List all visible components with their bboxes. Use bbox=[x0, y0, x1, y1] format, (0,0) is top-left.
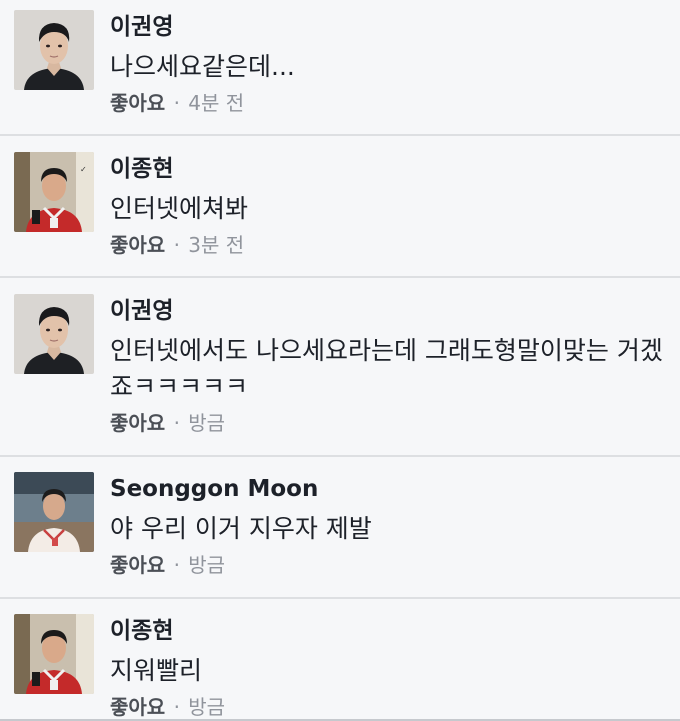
comment-meta: 좋아요 · 방금 bbox=[110, 551, 225, 579]
comment-author[interactable]: 이권영 bbox=[110, 296, 173, 326]
comment-time[interactable]: 방금 bbox=[188, 695, 225, 719]
like-button[interactable]: 좋아요 bbox=[110, 91, 165, 115]
like-button[interactable]: 좋아요 bbox=[110, 233, 165, 257]
meta-separator: · bbox=[173, 91, 180, 115]
comment-item: 이권영 인터넷에서도 나으세요라는데 그래도형말이맞는 거겠죠ㅋㅋㅋㅋㅋ 좋아요… bbox=[0, 284, 680, 454]
like-button[interactable]: 좋아요 bbox=[110, 695, 165, 719]
comment-meta: 좋아요 · 3분 전 bbox=[110, 231, 244, 259]
comment-meta: 좋아요 · 4분 전 bbox=[110, 89, 244, 117]
divider bbox=[0, 276, 680, 278]
profile-photo-icon bbox=[14, 10, 94, 90]
profile-photo-icon bbox=[14, 614, 94, 694]
comment-item: 이권영 나으세요같은데... 좋아요 · 4분 전 bbox=[0, 0, 680, 134]
meta-separator: · bbox=[173, 695, 180, 719]
comment-author[interactable]: 이종현 bbox=[110, 154, 173, 184]
meta-separator: · bbox=[173, 553, 180, 577]
comment-author[interactable]: Seonggon Moon bbox=[110, 474, 318, 504]
avatar[interactable] bbox=[14, 10, 94, 90]
avatar[interactable] bbox=[14, 472, 94, 552]
comment-author[interactable]: 이권영 bbox=[110, 12, 173, 42]
comment-meta: 좋아요 · 방금 bbox=[110, 693, 225, 721]
profile-photo-icon: ✓ bbox=[14, 152, 94, 232]
divider bbox=[0, 134, 680, 136]
comment-item: 이종현 지워빨리 좋아요 · 방금 bbox=[0, 604, 680, 719]
comment-text: 인터넷에쳐봐 bbox=[110, 194, 249, 223]
like-button[interactable]: 좋아요 bbox=[110, 553, 165, 577]
profile-photo-icon bbox=[14, 472, 94, 552]
divider bbox=[0, 597, 680, 599]
comment-text: 지워빨리 bbox=[110, 656, 203, 685]
comment-time[interactable]: 4분 전 bbox=[188, 91, 244, 115]
avatar[interactable] bbox=[14, 294, 94, 374]
svg-text:✓: ✓ bbox=[80, 165, 87, 174]
avatar[interactable] bbox=[14, 614, 94, 694]
like-button[interactable]: 좋아요 bbox=[110, 411, 165, 435]
meta-separator: · bbox=[173, 411, 180, 435]
comment-time[interactable]: 방금 bbox=[188, 553, 225, 577]
comment-text: 야 우리 이거 지우자 제발 bbox=[110, 514, 372, 543]
meta-separator: · bbox=[173, 233, 180, 257]
comment-meta: 좋아요 · 방금 bbox=[110, 409, 225, 437]
comment-author[interactable]: 이종현 bbox=[110, 616, 173, 646]
avatar[interactable]: ✓ bbox=[14, 152, 94, 232]
comment-feed: 이권영 나으세요같은데... 좋아요 · 4분 전 ✓ 이종현 인터넷에쳐봐 좋… bbox=[0, 0, 680, 721]
comment-item: ✓ 이종현 인터넷에쳐봐 좋아요 · 3분 전 bbox=[0, 142, 680, 276]
divider bbox=[0, 455, 680, 457]
comment-text: 인터넷에서도 나으세요라는데 그래도형말이맞는 거겠죠ㅋㅋㅋㅋㅋ bbox=[110, 336, 663, 401]
comment-text: 나으세요같은데... bbox=[110, 52, 295, 81]
profile-photo-icon bbox=[14, 294, 94, 374]
comment-time[interactable]: 방금 bbox=[188, 411, 225, 435]
comment-time[interactable]: 3분 전 bbox=[188, 233, 244, 257]
comment-item: Seonggon Moon 야 우리 이거 지우자 제발 좋아요 · 방금 bbox=[0, 462, 680, 596]
